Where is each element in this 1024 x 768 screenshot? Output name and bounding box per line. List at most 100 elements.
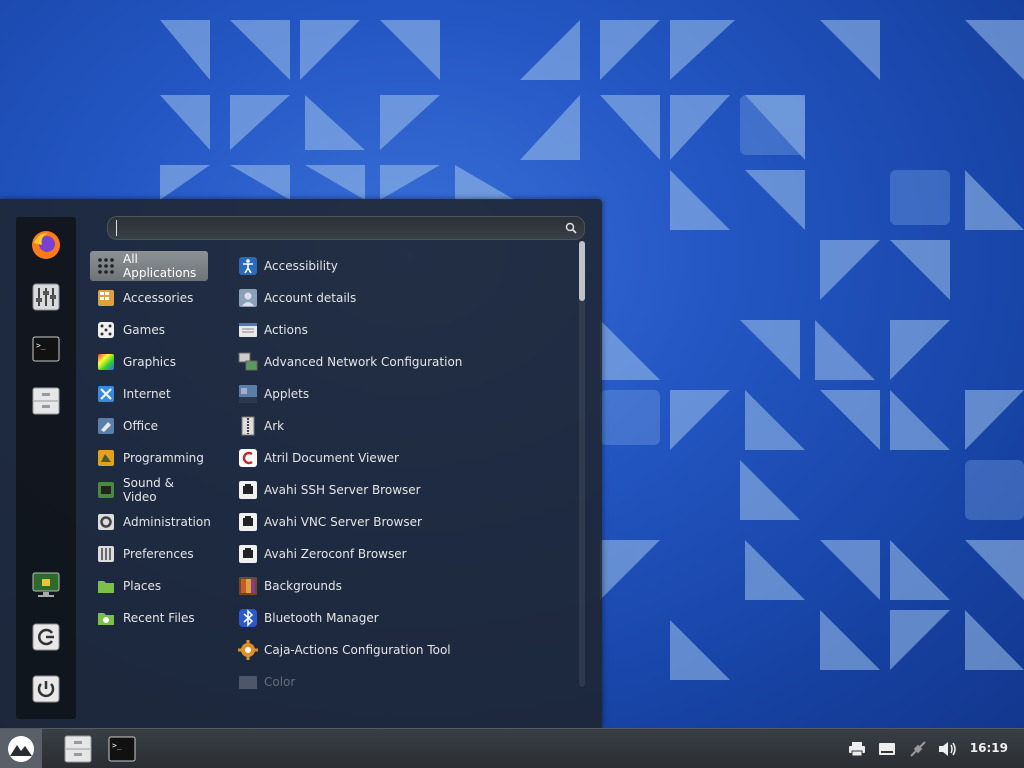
preferences-icon <box>98 546 114 562</box>
lock-screen-icon <box>32 572 60 597</box>
category-programming[interactable]: Programming <box>90 443 208 473</box>
app-label: Bluetooth Manager <box>264 611 379 625</box>
network-config-icon <box>238 352 258 371</box>
internet-icon <box>98 386 114 402</box>
favorite-files[interactable] <box>30 385 62 417</box>
app-label: Avahi VNC Server Browser <box>264 515 422 529</box>
app-label: Avahi SSH Server Browser <box>264 483 421 497</box>
office-icon <box>98 418 114 434</box>
power-icon <box>32 675 60 703</box>
category-label: Accessories <box>123 291 194 305</box>
category-label: Sound & Video <box>123 476 174 504</box>
graphics-icon <box>98 354 114 370</box>
category-office[interactable]: Office <box>90 411 208 441</box>
app-avahi-ssh-server-browser[interactable]: Avahi SSH Server Browser <box>232 475 562 505</box>
app-label: Ark <box>264 419 285 433</box>
firefox-icon <box>32 231 60 259</box>
user-icon <box>239 289 257 307</box>
category-accessories[interactable]: Accessories <box>90 283 208 313</box>
favorite-terminal[interactable]: >_ <box>30 333 62 365</box>
app-account-details[interactable]: Account details <box>232 283 562 313</box>
tray-printer[interactable] <box>846 733 868 765</box>
network-server-icon <box>239 545 257 563</box>
archive-icon <box>241 416 255 436</box>
backgrounds-icon <box>239 577 257 595</box>
category-graphics[interactable]: Graphics <box>90 347 208 377</box>
category-internet[interactable]: Internet <box>90 379 208 409</box>
app-ark[interactable]: Ark <box>232 411 562 441</box>
keyboard-icon <box>879 743 895 755</box>
app-actions[interactable]: Actions <box>232 315 562 345</box>
network-server-icon <box>239 481 257 499</box>
app-bluetooth-manager[interactable]: Bluetooth Manager <box>232 603 562 633</box>
application-menu: >_ All Applications Accessories Games Gr… <box>0 199 602 728</box>
app-label: Backgrounds <box>264 579 342 593</box>
category-all-applications[interactable]: All Applications <box>90 251 208 281</box>
app-avahi-zeroconf-browser[interactable]: Avahi Zeroconf Browser <box>232 539 562 569</box>
app-label: Color <box>264 675 296 689</box>
volume-icon <box>939 742 956 756</box>
recent-files-icon <box>98 613 114 625</box>
accessibility-icon <box>239 257 257 275</box>
category-label: Preferences <box>123 547 194 561</box>
app-atril-document-viewer[interactable]: Atril Document Viewer <box>232 443 562 473</box>
tray-keyboard[interactable] <box>876 733 898 765</box>
category-preferences[interactable]: Preferences <box>90 539 208 569</box>
category-label: Administration <box>123 515 211 529</box>
sound-video-icon <box>98 482 114 498</box>
app-label: Avahi Zeroconf Browser <box>264 547 407 561</box>
category-sound-video[interactable]: Sound & Video <box>90 475 208 505</box>
taskbar: >_ 16:19 <box>0 728 1024 768</box>
app-avahi-vnc-server-browser[interactable]: Avahi VNC Server Browser <box>232 507 562 537</box>
session-logout[interactable] <box>30 621 62 653</box>
tray-network[interactable] <box>906 733 930 765</box>
category-games[interactable]: Games <box>90 315 208 345</box>
search-input[interactable] <box>116 220 556 236</box>
category-label: Games <box>123 323 165 337</box>
accessories-icon <box>98 290 114 306</box>
category-label: Graphics <box>123 355 176 369</box>
app-color[interactable]: Color <box>232 667 562 689</box>
terminal-icon: >_ <box>32 336 60 362</box>
favorite-firefox[interactable] <box>30 229 62 261</box>
search-box[interactable] <box>107 216 585 240</box>
menu-button[interactable] <box>0 729 42 768</box>
taskbar-terminal-launcher[interactable]: >_ <box>106 733 138 765</box>
category-label: All Applications <box>123 252 197 280</box>
category-places[interactable]: Places <box>90 571 208 601</box>
category-label: Office <box>123 419 159 433</box>
app-advanced-network-configuration[interactable]: Advanced Network Configuration <box>232 347 562 377</box>
scrollbar-thumb[interactable] <box>579 241 585 301</box>
settings-sliders-icon <box>32 283 60 311</box>
category-administration[interactable]: Administration <box>90 507 211 537</box>
gear-icon <box>238 640 258 660</box>
svg-text:>_: >_ <box>36 341 46 350</box>
app-caja-actions-configuration-tool[interactable]: Caja-Actions Configuration Tool <box>232 635 562 665</box>
color-icon <box>239 676 257 689</box>
administration-icon <box>98 514 114 530</box>
document-viewer-icon <box>239 449 257 467</box>
category-label: Internet <box>123 387 171 401</box>
folder-icon <box>98 581 114 593</box>
app-backgrounds[interactable]: Backgrounds <box>232 571 562 601</box>
app-label: Atril Document Viewer <box>264 451 399 465</box>
logout-icon <box>32 623 60 651</box>
application-list: Accessibility Account details Actions Ad… <box>232 251 572 689</box>
network-server-icon <box>239 513 257 531</box>
app-applets[interactable]: Applets <box>232 379 562 409</box>
session-shutdown[interactable] <box>30 673 62 705</box>
clock[interactable]: 16:19 <box>970 741 1008 755</box>
taskbar-files-launcher[interactable] <box>62 733 94 765</box>
app-list-scrollbar[interactable] <box>579 241 585 687</box>
session-lock-screen[interactable] <box>30 569 62 601</box>
file-cabinet-icon <box>64 735 92 763</box>
tray-volume[interactable] <box>936 733 960 765</box>
favorite-settings[interactable] <box>30 281 62 313</box>
bluetooth-icon <box>239 609 257 627</box>
category-recent-files[interactable]: Recent Files <box>90 603 208 633</box>
applets-icon <box>239 385 257 403</box>
category-label: Recent Files <box>123 611 195 625</box>
actions-icon <box>239 323 257 337</box>
app-accessibility[interactable]: Accessibility <box>232 251 562 281</box>
network-disconnected-icon <box>910 741 926 757</box>
